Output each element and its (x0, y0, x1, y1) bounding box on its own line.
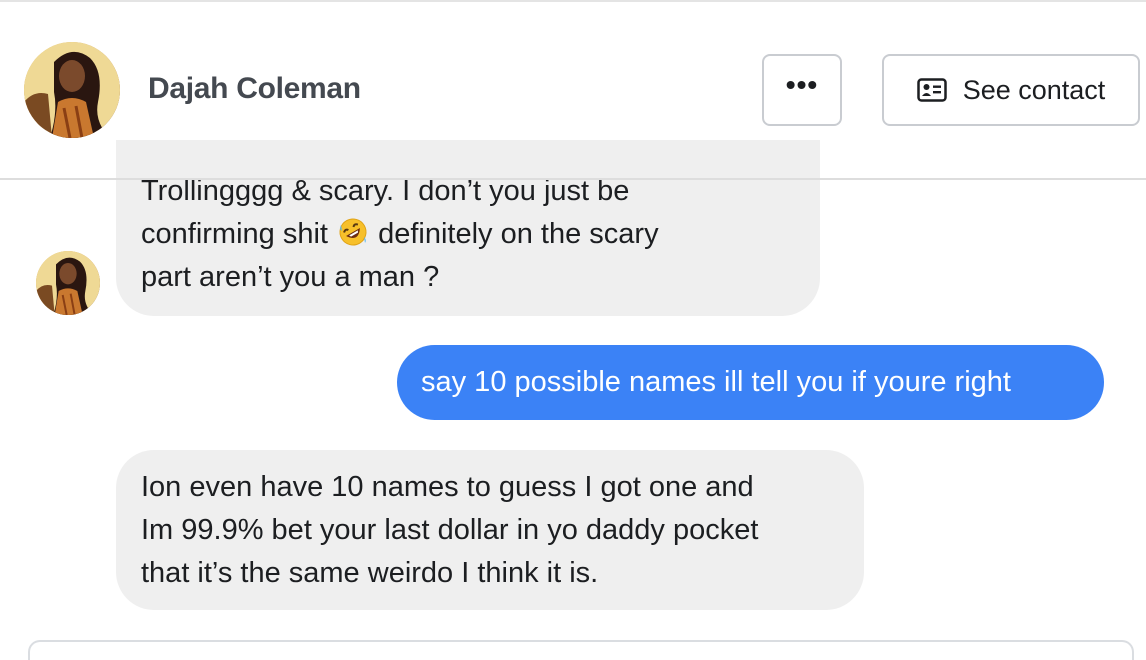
see-contact-button[interactable]: See contact (882, 54, 1140, 126)
message-text: confirming shit (141, 218, 328, 250)
incoming-message-bubble[interactable]: Ion even have 10 names to guess I got on… (116, 450, 864, 610)
more-options-button[interactable]: ••• (762, 54, 842, 126)
message-line: that it’s the same weirdo I think it is. (141, 557, 599, 589)
message-line: confirming shit definitely on the scary (141, 213, 796, 256)
avatar-photo-icon (24, 42, 120, 138)
message-text: say 10 possible names ill tell you if yo… (421, 366, 1011, 398)
message-composer[interactable] (28, 640, 1134, 660)
message-text: definitely on the scary (378, 218, 659, 250)
message-line: part aren’t you a man ? (141, 261, 440, 293)
contact-card-icon (916, 78, 947, 102)
contact-name[interactable]: Dajah Coleman (148, 72, 361, 106)
rolling-on-floor-laughing-emoji-icon (339, 218, 367, 246)
more-options-icon: ••• (785, 69, 819, 100)
contact-avatar[interactable] (24, 42, 120, 138)
message-line: Trollingggg & scary. I don’t you just be (141, 175, 630, 207)
see-contact-label: See contact (962, 74, 1106, 105)
message-line: Ion even have 10 names to guess I got on… (141, 471, 754, 503)
incoming-message-bubble[interactable]: Trollingggg & scary. I don’t you just be… (116, 140, 820, 316)
avatar-photo-icon (36, 251, 100, 315)
outgoing-message-bubble[interactable]: say 10 possible names ill tell you if yo… (397, 345, 1104, 420)
header-divider (0, 178, 1146, 180)
sender-avatar[interactable] (36, 251, 100, 315)
message-line: Im 99.9% bet your last dollar in yo dadd… (141, 514, 759, 546)
